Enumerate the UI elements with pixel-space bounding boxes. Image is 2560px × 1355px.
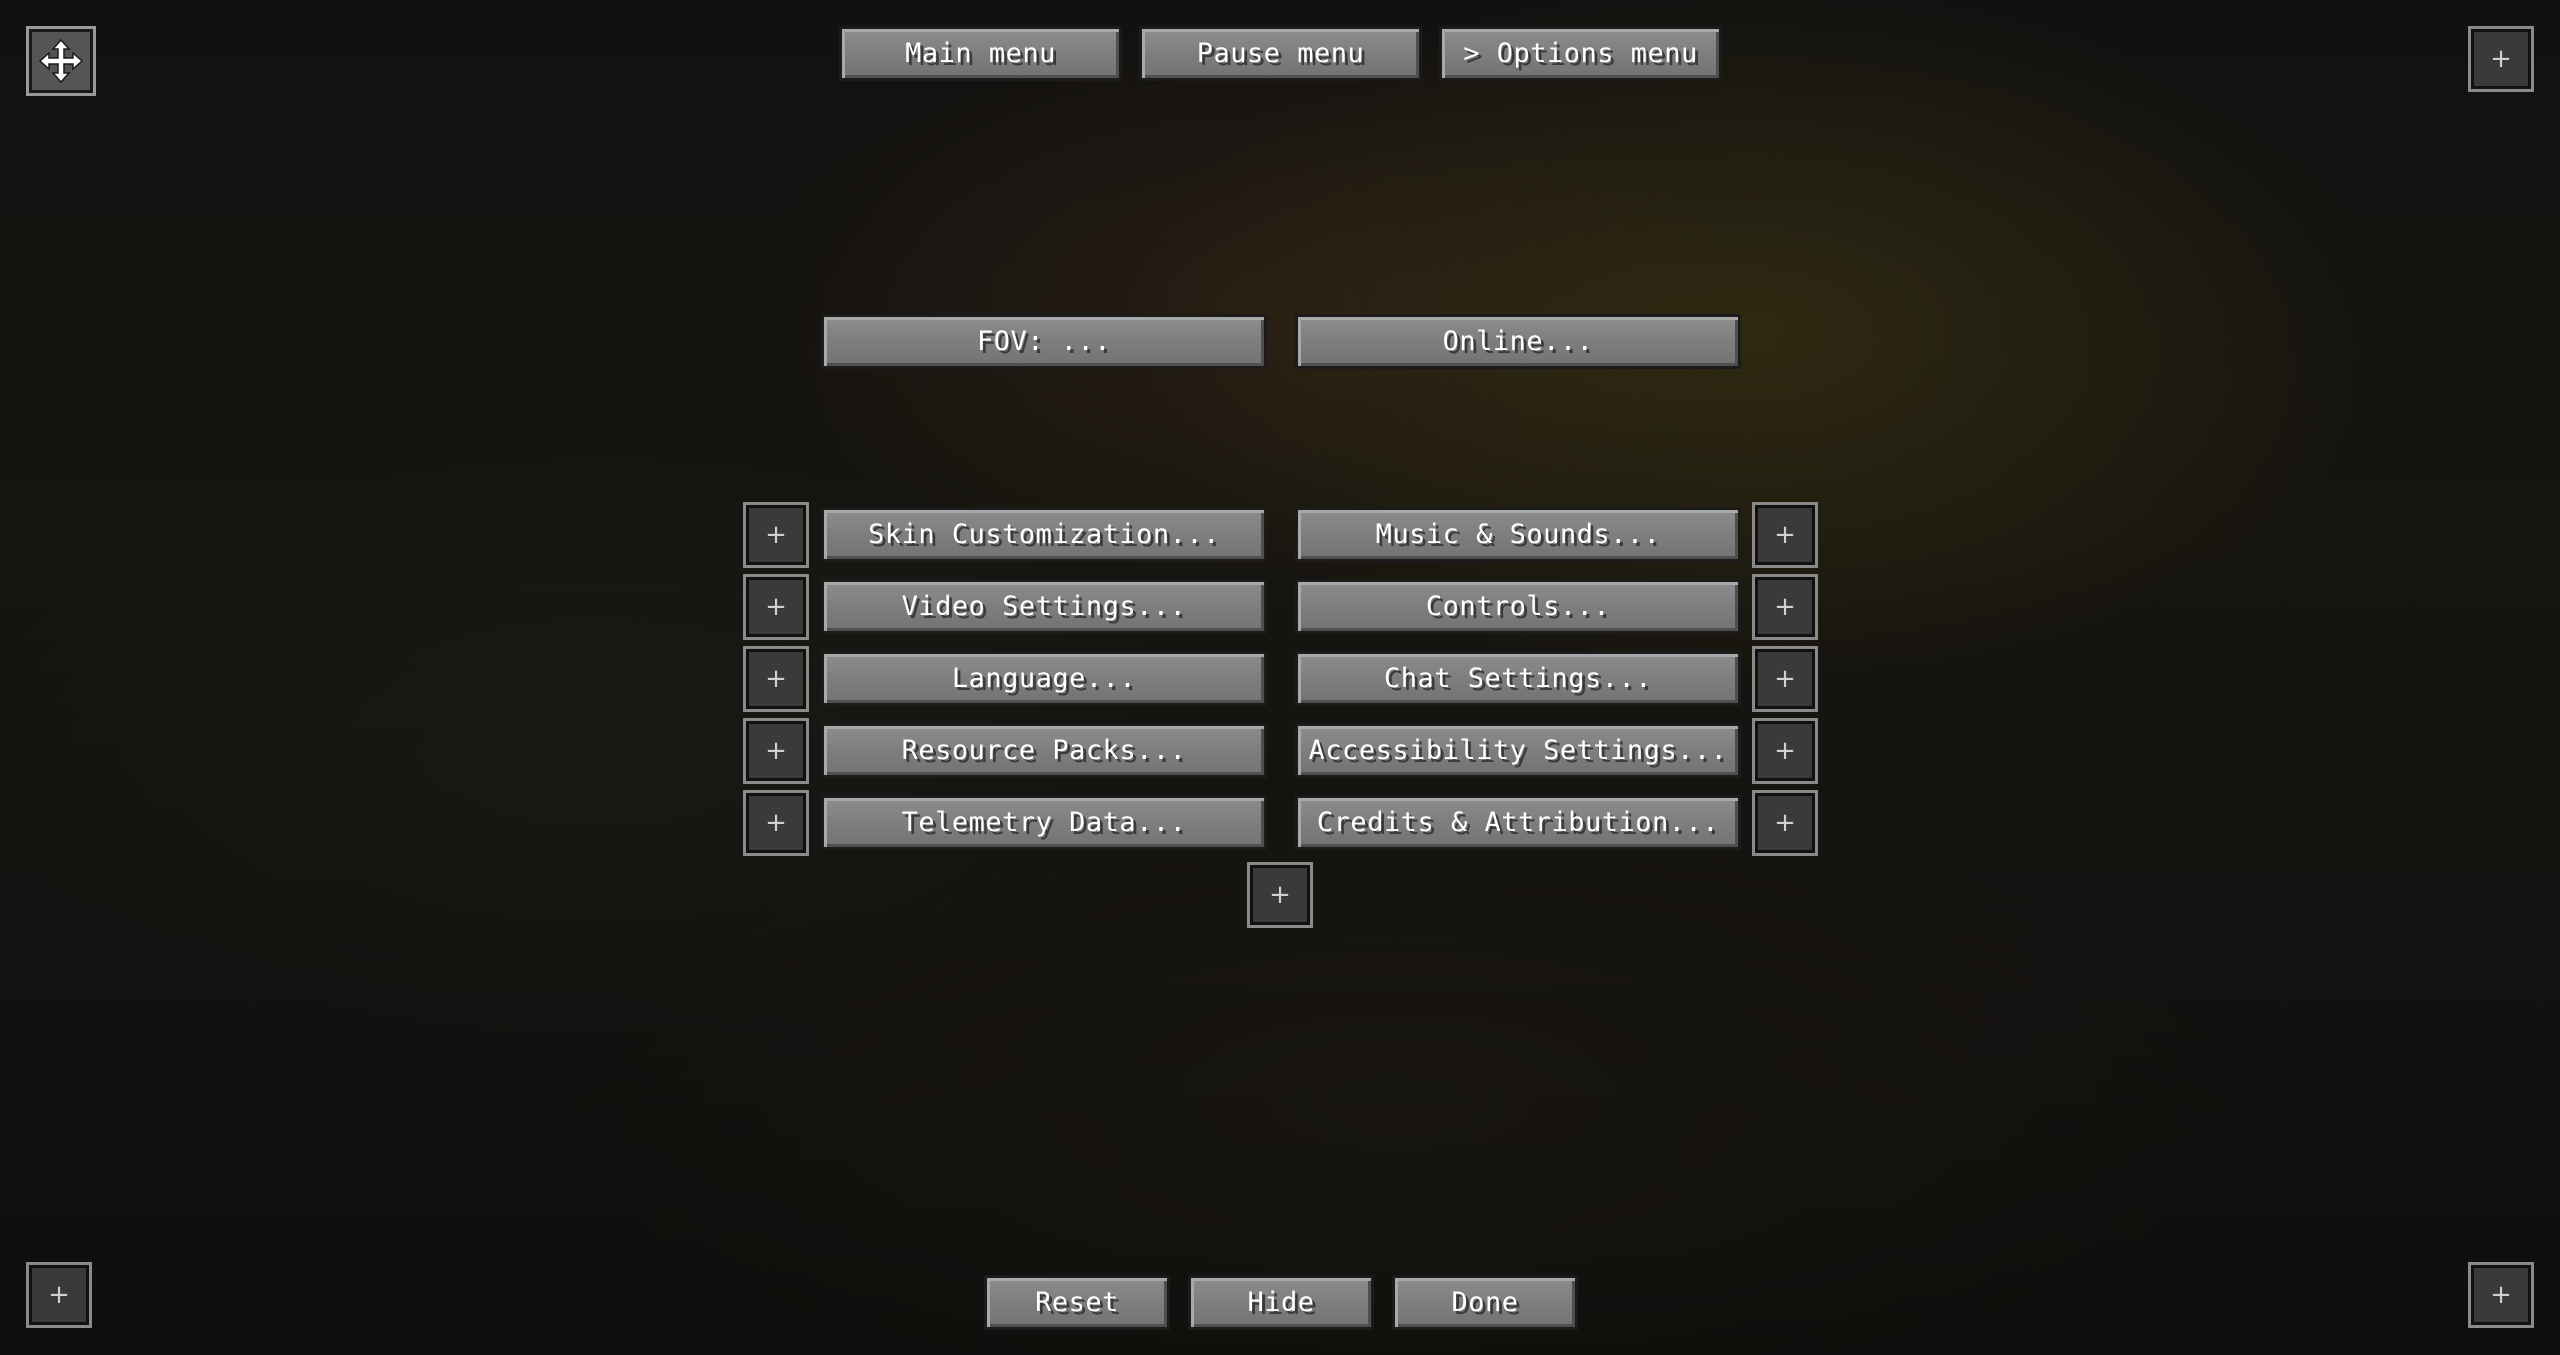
fov-slider[interactable]: FOV: ...: [821, 314, 1267, 369]
add-row-5-right-button[interactable]: +: [1752, 790, 1818, 856]
online-button[interactable]: Online...: [1295, 314, 1741, 369]
hide-button[interactable]: Hide: [1188, 1275, 1374, 1330]
add-bottom-left-button[interactable]: +: [26, 1262, 92, 1328]
credits-attribution-button[interactable]: Credits & Attribution...: [1295, 795, 1741, 850]
plus-icon: +: [765, 808, 787, 838]
language-button[interactable]: Language...: [821, 651, 1267, 706]
music-sounds-button[interactable]: Music & Sounds...: [1295, 507, 1741, 562]
move-arrows-icon: [38, 38, 84, 84]
plus-icon: +: [765, 664, 787, 694]
add-row-3-left-button[interactable]: +: [743, 646, 809, 712]
add-row-1-right-button[interactable]: +: [1752, 502, 1818, 568]
plus-icon: +: [1774, 592, 1796, 622]
plus-icon: +: [765, 520, 787, 550]
plus-icon: +: [48, 1280, 70, 1310]
accessibility-settings-button[interactable]: Accessibility Settings...: [1295, 723, 1741, 778]
telemetry-data-button[interactable]: Telemetry Data...: [821, 795, 1267, 850]
main-menu-button[interactable]: Main menu: [839, 26, 1122, 81]
plus-icon: +: [1774, 664, 1796, 694]
add-row-2-right-button[interactable]: +: [1752, 574, 1818, 640]
add-row-3-right-button[interactable]: +: [1752, 646, 1818, 712]
skin-customization-button[interactable]: Skin Customization...: [821, 507, 1267, 562]
controls-button[interactable]: Controls...: [1295, 579, 1741, 634]
options-menu-button[interactable]: > Options menu: [1439, 26, 1722, 81]
plus-icon: +: [1774, 520, 1796, 550]
chat-settings-button[interactable]: Chat Settings...: [1295, 651, 1741, 706]
plus-icon: +: [2490, 1280, 2512, 1310]
pause-menu-button[interactable]: Pause menu: [1139, 26, 1422, 81]
plus-icon: +: [1269, 880, 1291, 910]
add-row-button[interactable]: +: [1247, 862, 1313, 928]
resource-packs-button[interactable]: Resource Packs...: [821, 723, 1267, 778]
plus-icon: +: [2490, 44, 2512, 74]
add-row-1-left-button[interactable]: +: [743, 502, 809, 568]
plus-icon: +: [1774, 808, 1796, 838]
done-button[interactable]: Done: [1392, 1275, 1578, 1330]
plus-icon: +: [1774, 736, 1796, 766]
video-settings-button[interactable]: Video Settings...: [821, 579, 1267, 634]
plus-icon: +: [765, 736, 787, 766]
add-row-5-left-button[interactable]: +: [743, 790, 809, 856]
add-top-right-button[interactable]: +: [2468, 26, 2534, 92]
add-row-4-right-button[interactable]: +: [1752, 718, 1818, 784]
add-bottom-right-button[interactable]: +: [2468, 1262, 2534, 1328]
add-row-4-left-button[interactable]: +: [743, 718, 809, 784]
add-row-2-left-button[interactable]: +: [743, 574, 809, 640]
move-handle-button[interactable]: [26, 26, 96, 96]
reset-button[interactable]: Reset: [984, 1275, 1170, 1330]
plus-icon: +: [765, 592, 787, 622]
